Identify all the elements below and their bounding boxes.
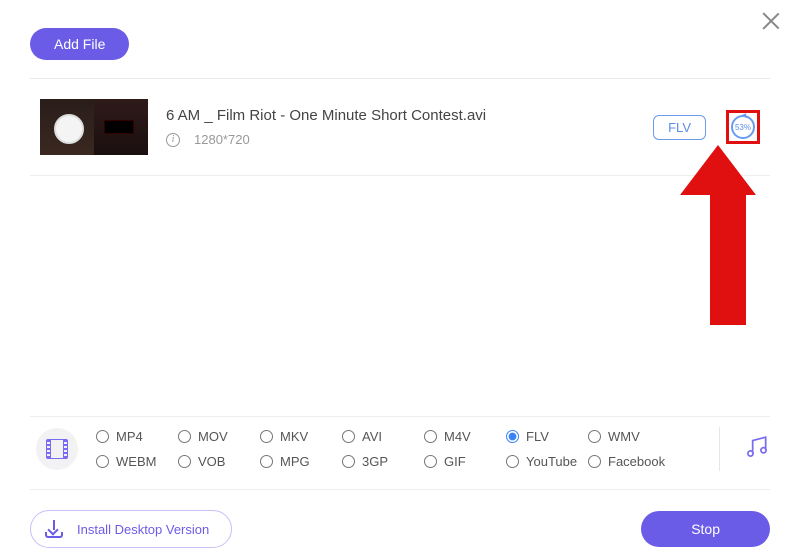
format-radio[interactable] <box>506 455 519 468</box>
format-label: WEBM <box>116 454 156 469</box>
audio-category-button[interactable] <box>719 427 770 471</box>
video-category-button[interactable] <box>36 428 78 470</box>
format-radio[interactable] <box>96 430 109 443</box>
info-icon[interactable]: i <box>166 133 180 147</box>
annotation-arrow <box>700 145 756 325</box>
format-radio[interactable] <box>424 430 437 443</box>
install-label: Install Desktop Version <box>77 522 209 537</box>
file-resolution: 1280*720 <box>194 132 250 147</box>
format-option-vob[interactable]: VOB <box>178 454 260 469</box>
format-option-gif[interactable]: GIF <box>424 454 506 469</box>
format-label: MKV <box>280 429 308 444</box>
format-option-m4v[interactable]: M4V <box>424 429 506 444</box>
format-radio[interactable] <box>260 430 273 443</box>
format-label: 3GP <box>362 454 388 469</box>
format-tag[interactable]: FLV <box>653 115 706 140</box>
format-option-3gp[interactable]: 3GP <box>342 454 424 469</box>
format-option-mov[interactable]: MOV <box>178 429 260 444</box>
format-label: GIF <box>444 454 466 469</box>
format-label: MPG <box>280 454 310 469</box>
format-label: AVI <box>362 429 382 444</box>
install-desktop-button[interactable]: Install Desktop Version <box>30 510 232 548</box>
format-label: Facebook <box>608 454 665 469</box>
bottom-bar: Install Desktop Version Stop <box>30 489 770 548</box>
download-icon <box>45 520 63 538</box>
format-radio[interactable] <box>178 430 191 443</box>
format-option-youtube[interactable]: YouTube <box>506 454 588 469</box>
format-radio[interactable] <box>178 455 191 468</box>
format-option-wmv[interactable]: WMV <box>588 429 670 444</box>
file-row: 6 AM _ Film Riot - One Minute Short Cont… <box>30 79 770 176</box>
format-radio[interactable] <box>424 455 437 468</box>
format-radio[interactable] <box>506 430 519 443</box>
film-icon <box>46 439 68 459</box>
format-option-facebook[interactable]: Facebook <box>588 454 670 469</box>
formats-section: MP4 MOV MKV AVI M4V FLV WMV WEBM VOB MPG 3GP GIF You… <box>30 416 770 481</box>
format-radio[interactable] <box>260 455 273 468</box>
format-radio[interactable] <box>342 455 355 468</box>
format-radio[interactable] <box>342 430 355 443</box>
close-button[interactable] <box>760 10 782 32</box>
format-radio[interactable] <box>588 430 601 443</box>
progress-spinner-icon: 53% <box>731 115 755 139</box>
format-label: M4V <box>444 429 471 444</box>
format-option-mkv[interactable]: MKV <box>260 429 342 444</box>
add-file-button[interactable]: Add File <box>30 28 129 60</box>
format-option-mp4[interactable]: MP4 <box>96 429 178 444</box>
file-title: 6 AM _ Film Riot - One Minute Short Cont… <box>166 107 653 124</box>
format-label: VOB <box>198 454 225 469</box>
format-label: WMV <box>608 429 640 444</box>
music-icon <box>744 434 770 465</box>
format-option-webm[interactable]: WEBM <box>96 454 178 469</box>
progress-text: 53% <box>735 123 751 132</box>
format-radio[interactable] <box>588 455 601 468</box>
stop-button[interactable]: Stop <box>641 511 770 547</box>
format-option-avi[interactable]: AVI <box>342 429 424 444</box>
format-label: MOV <box>198 429 228 444</box>
video-thumbnail[interactable] <box>40 99 148 155</box>
progress-highlight-box: 53% <box>726 110 760 144</box>
format-option-mpg[interactable]: MPG <box>260 454 342 469</box>
format-radio[interactable] <box>96 455 109 468</box>
format-option-flv[interactable]: FLV <box>506 429 588 444</box>
format-label: YouTube <box>526 454 577 469</box>
format-label: MP4 <box>116 429 143 444</box>
format-label: FLV <box>526 429 549 444</box>
file-info: 6 AM _ Film Riot - One Minute Short Cont… <box>166 107 653 147</box>
